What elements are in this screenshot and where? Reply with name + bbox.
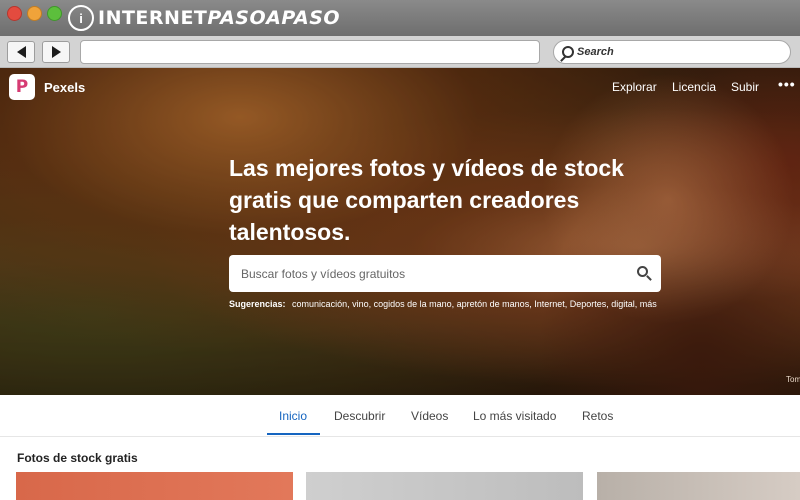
watermark-name-part1: INTERNET (98, 7, 208, 29)
hero-headline: Las mejores fotos y vídeos de stock grat… (229, 155, 624, 245)
suggestions-label: Sugerencias: (229, 299, 286, 309)
arrow-right-icon (51, 46, 61, 58)
hero-banner: P Pexels Explorar Licencia Subir ••• Las… (0, 68, 800, 395)
search-suggestions: Sugerencias: comunicación, vino, cogidos… (229, 299, 657, 309)
tab-inicio[interactable]: Inicio (279, 409, 307, 423)
hero-search-box[interactable] (229, 255, 661, 292)
nav-link-licencia[interactable]: Licencia (672, 80, 716, 94)
browser-toolbar: Search (0, 36, 800, 68)
content-tabs: Inicio Descubrir Vídeos Lo más visitado … (0, 395, 800, 437)
search-icon[interactable] (637, 266, 648, 277)
pexels-logo-icon: P (15, 76, 29, 97)
minimize-window-button[interactable] (27, 6, 42, 21)
watermark-logo: i INTERNETPASOAPASO (68, 4, 340, 32)
browser-search-label: Search (577, 46, 614, 58)
forward-button[interactable] (42, 41, 70, 63)
active-tab-indicator (267, 433, 320, 435)
watermark-name-part2: PASOAPASO (207, 7, 341, 29)
tab-descubrir[interactable]: Descubrir (334, 409, 385, 423)
site-header: P Pexels Explorar Licencia Subir ••• (0, 68, 800, 106)
nav-link-explorar[interactable]: Explorar (612, 80, 657, 94)
suggestions-list[interactable]: comunicación, vino, cogidos de la mano, … (292, 299, 657, 309)
site-name[interactable]: Pexels (44, 80, 85, 95)
photo-thumbnail[interactable] (16, 472, 293, 500)
pexels-logo[interactable]: P (9, 74, 35, 100)
close-window-button[interactable] (7, 6, 22, 21)
photo-thumbnail[interactable] (306, 472, 583, 500)
tab-lo-mas-visitado[interactable]: Lo más visitado (473, 409, 556, 423)
hero-search-input[interactable] (241, 266, 621, 281)
section-title: Fotos de stock gratis (17, 451, 138, 465)
photo-thumbnail[interactable] (597, 472, 800, 500)
back-button[interactable] (7, 41, 35, 63)
arrow-left-icon (16, 46, 26, 58)
nav-link-subir[interactable]: Subir (731, 80, 759, 94)
browser-search-field[interactable]: Search (553, 40, 791, 64)
tab-retos[interactable]: Retos (582, 409, 613, 423)
window-titlebar: i INTERNETPASOAPASO (0, 0, 800, 36)
zoom-window-button[interactable] (47, 6, 62, 21)
more-options-icon[interactable]: ••• (778, 76, 796, 92)
photo-credit[interactable]: Tom (786, 375, 800, 384)
watermark-logo-icon: i (68, 5, 94, 31)
search-icon (562, 46, 574, 58)
address-bar[interactable] (80, 40, 540, 64)
tab-videos[interactable]: Vídeos (411, 409, 448, 423)
